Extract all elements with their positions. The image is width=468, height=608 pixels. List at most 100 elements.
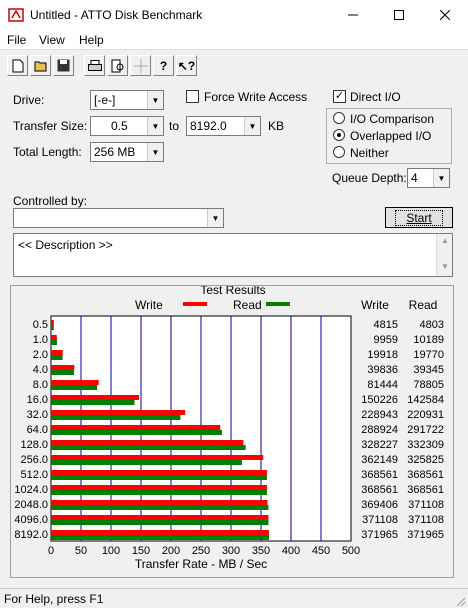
legend-read-label: Read: [233, 298, 262, 312]
read-value: 371108: [408, 499, 444, 511]
results-chart: Test Results Write Read Write Read 0.5 1.…: [14, 286, 444, 571]
read-value: 325825: [407, 454, 444, 466]
atto-app-icon: [8, 8, 24, 22]
x-tick-label: 400: [282, 545, 300, 557]
write-value: 9959: [374, 334, 398, 346]
transfer-size-tick: 1.0: [33, 334, 48, 346]
description-scrollbar[interactable]: ▲ ▼: [436, 234, 452, 276]
menu-view[interactable]: View: [39, 33, 65, 47]
minimize-icon: [348, 14, 358, 16]
help-button[interactable]: ?: [153, 55, 174, 76]
neither-radio[interactable]: [333, 146, 345, 158]
force-write-checkbox[interactable]: [186, 90, 199, 103]
queue-depth-select[interactable]: 4 ▼: [407, 168, 450, 188]
save-icon: [57, 59, 70, 72]
controlled-by-label: Controlled by:: [13, 194, 88, 208]
read-value: 4803: [420, 319, 444, 331]
new-button[interactable]: [7, 55, 28, 76]
queue-depth-value: 4: [411, 171, 418, 185]
x-tick-label: 150: [132, 545, 150, 557]
direct-io-checkbox[interactable]: ✓: [333, 90, 346, 103]
overlapped-io-radio[interactable]: [333, 129, 345, 141]
write-bar: [51, 380, 99, 385]
new-icon: [12, 59, 23, 72]
transfer-size-tick: 0.5: [33, 319, 48, 331]
read-bar: [51, 370, 75, 375]
minimize-button[interactable]: [330, 0, 376, 30]
title-bar: Untitled - ATTO Disk Benchmark: [0, 0, 468, 30]
read-bar: [51, 430, 222, 435]
write-value: 362149: [361, 454, 398, 466]
drive-label: Drive:: [13, 93, 45, 107]
print-icon: [87, 59, 102, 71]
write-bar: [51, 335, 57, 340]
transfer-size-tick: 8.0: [33, 379, 48, 391]
transfer-size-to-value: 8192.0: [190, 119, 227, 133]
save-button[interactable]: [53, 55, 74, 76]
force-write-label: Force Write Access: [204, 90, 308, 104]
read-value: 332309: [407, 439, 444, 451]
open-button[interactable]: [30, 55, 51, 76]
x-tick-label: 350: [252, 545, 270, 557]
scroll-down-icon[interactable]: ▼: [441, 262, 449, 271]
print-preview-button[interactable]: [107, 55, 128, 76]
read-value: 368561: [407, 469, 444, 481]
write-value: 81444: [367, 379, 398, 391]
write-value: 368561: [361, 484, 398, 496]
menu-file[interactable]: File: [7, 33, 26, 47]
menu-help[interactable]: Help: [79, 33, 104, 47]
transfer-size-tick: 4096.0: [14, 514, 48, 526]
transfer-size-tick: 32.0: [27, 409, 48, 421]
start-button-label: Start: [395, 209, 443, 226]
resize-grip-icon[interactable]: [454, 595, 466, 607]
close-icon: [440, 10, 450, 20]
io-comparison-label: I/O Comparison: [350, 112, 435, 126]
context-help-button[interactable]: ↖?: [176, 55, 197, 76]
context-help-icon: ↖?: [177, 58, 196, 73]
transfer-size-tick: 2048.0: [14, 499, 48, 511]
x-axis-label: Transfer Rate - MB / Sec: [135, 557, 267, 571]
print-button[interactable]: [84, 55, 105, 76]
io-comparison-radio[interactable]: [333, 112, 345, 124]
write-bar: [51, 515, 269, 520]
description-field[interactable]: << Description >> ▲ ▼: [13, 233, 453, 277]
transfer-size-tick: 1024.0: [14, 484, 48, 496]
overlapped-io-label: Overlapped I/O: [350, 129, 432, 143]
start-button[interactable]: Start: [385, 207, 453, 228]
read-bar: [51, 490, 267, 495]
write-value: 371965: [361, 529, 398, 541]
close-button[interactable]: [422, 0, 468, 30]
scroll-up-icon[interactable]: ▲: [441, 236, 449, 245]
write-bar: [51, 485, 267, 490]
write-bar: [51, 470, 267, 475]
move-button[interactable]: [130, 55, 151, 76]
read-bar: [51, 445, 246, 450]
write-bar: [51, 350, 63, 355]
legend-write-label: Write: [135, 298, 163, 312]
write-value: 19918: [367, 349, 398, 361]
legend-read-swatch: [266, 302, 290, 306]
read-bar: [51, 325, 54, 330]
queue-depth-label: Queue Depth:: [332, 171, 407, 185]
transfer-size-label: Transfer Size:: [13, 119, 88, 133]
x-tick-label: 250: [192, 545, 210, 557]
chevron-down-icon: ▼: [207, 209, 223, 227]
maximize-button[interactable]: [376, 0, 422, 30]
write-bar: [51, 530, 269, 535]
read-bar: [51, 400, 135, 405]
open-icon: [34, 61, 46, 71]
read-bar: [51, 415, 181, 420]
transfer-size-from-select[interactable]: 0.5 ▼: [90, 116, 164, 136]
write-value: 39836: [367, 364, 398, 376]
total-length-select[interactable]: 256 MB ▼: [90, 142, 164, 162]
read-value: 368561: [407, 484, 444, 496]
x-tick-label: 450: [312, 545, 330, 557]
col-read-header: Read: [409, 298, 438, 312]
drive-select[interactable]: [-e-] ▼: [90, 90, 164, 110]
controlled-by-select[interactable]: ▼: [13, 208, 224, 228]
col-write-header: Write: [361, 298, 389, 312]
transfer-size-tick: 128.0: [20, 439, 48, 451]
transfer-size-to-select[interactable]: 8192.0 ▼: [186, 116, 261, 136]
write-value: 369406: [361, 499, 398, 511]
write-bar: [51, 320, 54, 325]
